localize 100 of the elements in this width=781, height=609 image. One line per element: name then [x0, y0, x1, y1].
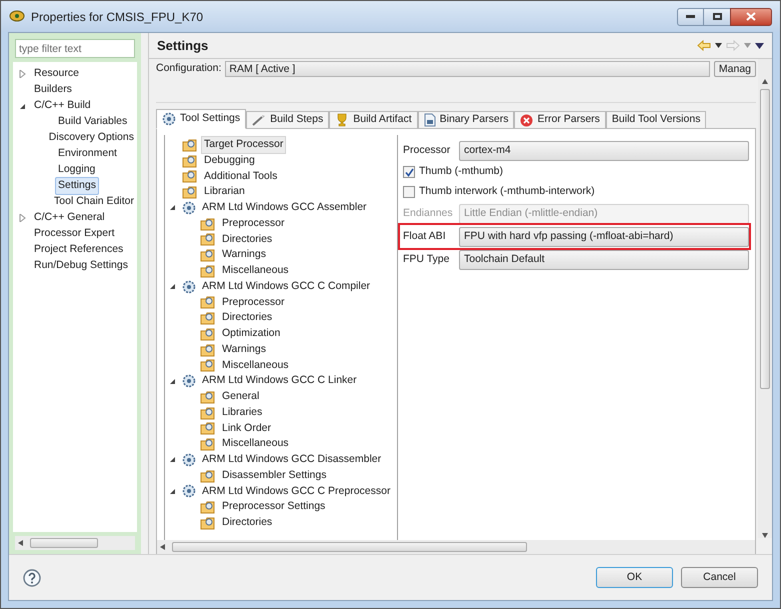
- filter-field[interactable]: type filter text: [15, 39, 135, 58]
- gear-icon: [182, 374, 196, 388]
- checkbox[interactable]: [403, 186, 415, 198]
- tree-item[interactable]: Miscellaneous: [219, 435, 292, 453]
- tab[interactable]: Build Steps: [246, 111, 330, 129]
- vertical-scrollbar[interactable]: [758, 59, 772, 538]
- folder-gear-icon: [200, 264, 216, 278]
- tree-item[interactable]: Optimization: [219, 325, 284, 343]
- tab[interactable]: Error Parsers: [514, 111, 606, 129]
- tree-item[interactable]: Target Processor: [201, 136, 286, 154]
- scroll-arrow-icon[interactable]: [160, 544, 166, 550]
- sidebar-item[interactable]: Environment: [55, 145, 120, 163]
- tree-item[interactable]: Directories: [219, 514, 276, 532]
- dropdown[interactable]: cortex-m4: [459, 140, 749, 160]
- field-label: Endiannes: [403, 206, 453, 221]
- dropdown[interactable]: FPU with hard vfp passing (-mfloat-abi=hard): [459, 226, 749, 246]
- collapsed-arrow-icon[interactable]: [19, 214, 26, 222]
- app-icon: [9, 10, 25, 24]
- sidebar-item[interactable]: Tool Chain Editor: [51, 193, 137, 211]
- window-title: Properties for CMSIS_FPU_K70: [31, 8, 204, 26]
- gear-icon: [182, 280, 196, 294]
- tree-item[interactable]: Directories: [219, 309, 276, 327]
- tree-item[interactable]: Miscellaneous: [219, 356, 292, 374]
- folder-gear-icon: [200, 358, 216, 372]
- sidebar-item[interactable]: Processor Expert: [31, 225, 118, 243]
- trophy-icon: [335, 113, 350, 127]
- sidebar-item[interactable]: C/C++ General: [31, 209, 108, 227]
- expanded-arrow-icon[interactable]: [169, 204, 176, 212]
- folder-gear-icon: [182, 185, 198, 200]
- folder-gear-icon: [200, 406, 216, 420]
- sidebar-item[interactable]: Build Variables: [55, 113, 130, 131]
- tree-item[interactable]: Disassembler Settings: [219, 466, 330, 484]
- sidebar-item[interactable]: Run/Debug Settings: [31, 257, 131, 275]
- tree-item[interactable]: ARM Ltd Windows GCC C Compiler: [199, 278, 374, 296]
- expanded-arrow-icon[interactable]: [19, 102, 26, 110]
- scroll-arrow-icon[interactable]: [762, 79, 768, 85]
- tree-item[interactable]: Libraries: [219, 404, 266, 422]
- folder-gear-icon: [200, 295, 216, 310]
- page-title: Settings: [157, 36, 208, 55]
- tree-item[interactable]: General: [219, 388, 262, 406]
- menu-caret-icon[interactable]: [755, 42, 764, 48]
- sidebar-item[interactable]: Builders: [31, 81, 75, 99]
- tree-item[interactable]: Preprocessor: [219, 294, 288, 312]
- tree-item[interactable]: Preprocessor Settings: [219, 498, 328, 516]
- dialog-button[interactable]: Cancel: [681, 567, 758, 588]
- tab[interactable]: Binary Parsers: [418, 111, 514, 129]
- tree-item[interactable]: Preprocessor: [219, 214, 288, 232]
- folder-gear-icon: [182, 138, 198, 152]
- tree-item[interactable]: ARM Ltd Windows GCC C Linker: [199, 372, 360, 390]
- tree-item[interactable]: Warnings: [219, 340, 269, 358]
- gear-icon: [182, 452, 196, 467]
- horizontal-scrollbar[interactable]: [157, 540, 755, 554]
- tab[interactable]: Tool Settings: [156, 109, 246, 129]
- close-button[interactable]: [730, 8, 772, 26]
- scroll-arrow-icon[interactable]: [762, 532, 768, 538]
- sidebar-item[interactable]: C/C++ Build: [31, 97, 94, 115]
- folder-gear-icon: [200, 248, 216, 262]
- folder-gear-icon: [200, 326, 216, 341]
- configuration-dropdown[interactable]: RAM [ Active ]: [225, 61, 710, 77]
- gear-icon: [182, 484, 196, 498]
- checkbox-label: Thumb (-mthumb): [419, 164, 504, 180]
- tree-item[interactable]: Link Order: [219, 420, 274, 438]
- collapsed-arrow-icon[interactable]: [19, 70, 26, 78]
- horizontal-scrollbar[interactable]: [15, 536, 135, 550]
- sidebar-item[interactable]: Logging: [55, 161, 98, 179]
- checkbox[interactable]: [403, 166, 415, 178]
- minimize-button[interactable]: [677, 8, 704, 26]
- wand-icon: [252, 114, 266, 126]
- tree-item[interactable]: ARM Ltd Windows GCC Disassembler: [199, 451, 384, 469]
- tree-item[interactable]: ARM Ltd Windows GCC C Preprocessor: [199, 482, 394, 500]
- expanded-arrow-icon[interactable]: [169, 456, 176, 464]
- dropdown[interactable]: Toolchain Default: [459, 250, 749, 270]
- expanded-arrow-icon[interactable]: [169, 378, 176, 385]
- sidebar-item[interactable]: Project References: [31, 241, 126, 259]
- tab[interactable]: Build Tool Versions: [606, 111, 706, 129]
- tree-item[interactable]: Warnings: [219, 246, 269, 264]
- dropdown-caret-icon[interactable]: [715, 43, 722, 48]
- folder-gear-icon: [200, 232, 216, 246]
- manage-button[interactable]: Manag: [714, 61, 756, 77]
- expanded-arrow-icon[interactable]: [169, 283, 176, 290]
- expanded-arrow-icon[interactable]: [169, 488, 176, 495]
- folder-gear-icon: [200, 311, 216, 326]
- sidebar-item[interactable]: Resource: [31, 65, 82, 83]
- tab[interactable]: Build Artifact: [329, 111, 418, 129]
- tree-item[interactable]: Debugging: [201, 152, 258, 170]
- folder-gear-icon: [182, 169, 198, 184]
- sidebar-item[interactable]: Settings: [55, 177, 99, 195]
- folder-gear-icon: [200, 468, 216, 483]
- folder-gear-icon: [182, 154, 198, 168]
- maximize-button[interactable]: [704, 8, 730, 26]
- tree-item[interactable]: Directories: [219, 230, 276, 248]
- scroll-arrow-icon[interactable]: [18, 540, 24, 546]
- dialog-button[interactable]: OK: [596, 567, 673, 588]
- folder-gear-icon: [200, 516, 216, 530]
- tree-item[interactable]: Miscellaneous: [219, 262, 292, 280]
- tree-item[interactable]: Librarian: [201, 183, 248, 201]
- sidebar-item[interactable]: Discovery Options: [46, 129, 137, 147]
- tree-item[interactable]: Additional Tools: [201, 168, 280, 186]
- tree-item[interactable]: ARM Ltd Windows GCC Assembler: [199, 199, 370, 217]
- help-icon[interactable]: [23, 568, 41, 586]
